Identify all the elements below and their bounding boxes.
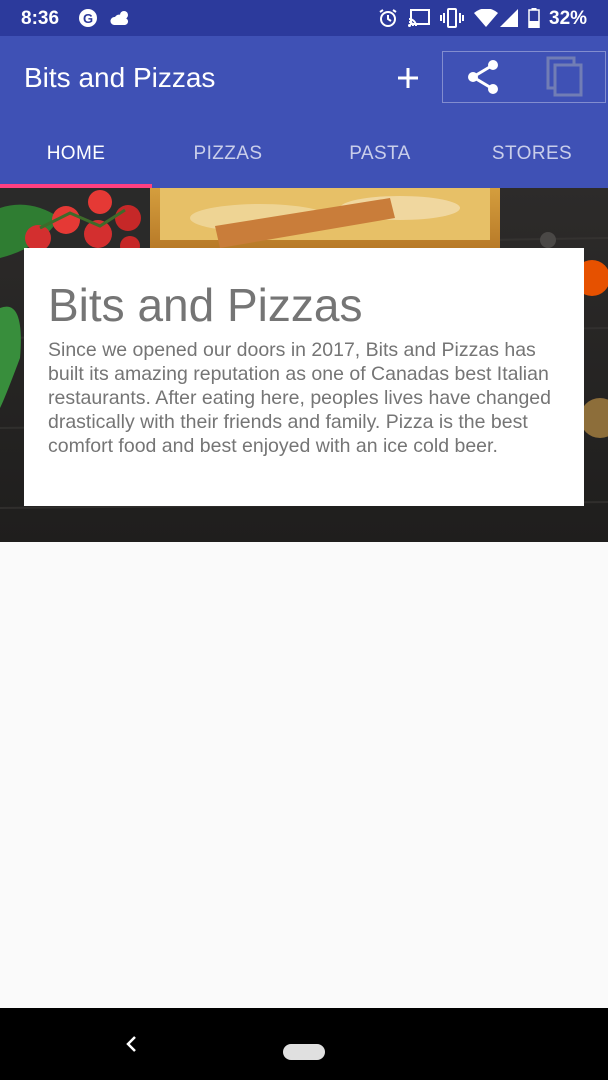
battery-percent: 32% — [549, 8, 588, 29]
alarm-icon — [378, 8, 398, 28]
status-time: 8:36 — [21, 8, 60, 29]
status-bar: 8:36 G 32% — [0, 0, 608, 36]
card-title: Bits and Pizzas — [48, 279, 363, 331]
card-description: Since we opened our doors in 2017, Bits … — [48, 339, 551, 457]
tab-stores-label: STORES — [491, 143, 573, 164]
back-button[interactable] — [120, 1032, 144, 1056]
tab-pizzas[interactable]: PIZZAS — [152, 120, 304, 188]
tab-home[interactable]: HOME — [0, 120, 152, 188]
copy-icon — [546, 56, 582, 97]
tab-pasta[interactable]: PASTA — [304, 120, 456, 188]
app-bar: Bits and Pizzas — [0, 36, 608, 120]
battery-icon — [528, 8, 540, 28]
tab-pasta-label: PASTA — [349, 143, 411, 164]
share-button[interactable] — [443, 52, 524, 102]
app-title: Bits and Pizzas — [24, 62, 216, 93]
tab-pizzas-label: PIZZAS — [193, 143, 263, 164]
g-app-icon: G — [78, 8, 98, 28]
svg-text:G: G — [83, 11, 93, 26]
tab-stores[interactable]: STORES — [456, 120, 608, 188]
cast-icon — [408, 8, 430, 28]
cloud-weather-icon — [110, 8, 132, 28]
intro-card: Bits and Pizzas Since we opened our door… — [24, 248, 584, 506]
system-nav-bar — [0, 1008, 608, 1080]
home-button[interactable] — [283, 1044, 325, 1060]
back-chevron-icon — [126, 1036, 136, 1052]
add-icon — [398, 68, 418, 88]
share-action-provider — [442, 51, 606, 103]
share-icon — [467, 60, 498, 94]
copy-button[interactable] — [524, 52, 605, 102]
hero-image: Bits and Pizzas Since we opened our door… — [0, 188, 608, 542]
add-button[interactable] — [388, 58, 428, 98]
tab-home-label: HOME — [46, 143, 106, 164]
vibrate-icon — [440, 8, 464, 28]
tab-bar: HOME PIZZAS PASTA STORES — [0, 120, 608, 188]
signal-icon — [500, 8, 518, 28]
wifi-icon — [474, 8, 498, 28]
